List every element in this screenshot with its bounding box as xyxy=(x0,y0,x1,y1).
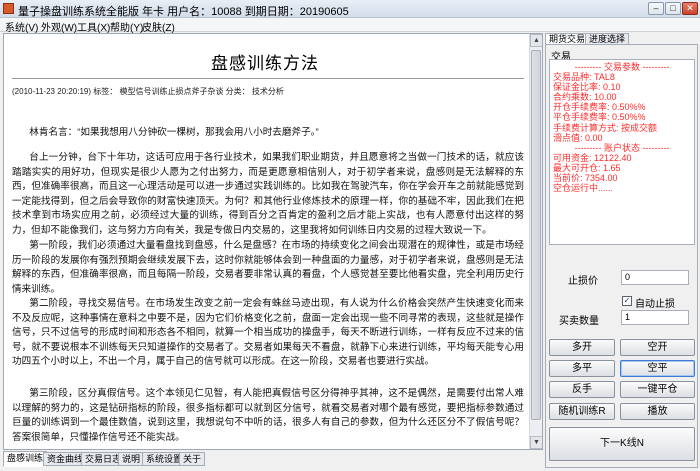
info-slippage: 滑点值: 0.00 xyxy=(553,132,603,143)
info-available-funds: 可用资金: 12122.40 xyxy=(553,152,632,163)
menu-tools[interactable]: 工具(X) xyxy=(77,19,110,34)
info-position-status: 空仓运行中...... xyxy=(553,183,614,194)
info-open-fee: 开仓手续费率: 0.50%% xyxy=(553,102,646,113)
paragraph-4: 第三阶段，区分真假信号。这个本领见仁见智，有人能把真假信号区分得神乎其神，这不是… xyxy=(12,388,524,443)
menu-appearance[interactable]: 外观(W) xyxy=(41,19,77,34)
auto-stop-checkbox[interactable]: ✓ xyxy=(622,296,632,306)
title-divider xyxy=(12,78,524,79)
app-icon xyxy=(3,3,14,14)
scroll-down-icon[interactable]: ▼ xyxy=(530,436,542,449)
minimize-button[interactable]: – xyxy=(648,2,664,15)
trade-panel: 交易 --------- 交易参数 --------- 交易品种: TAL8 保… xyxy=(545,44,698,468)
close-button[interactable]: ✕ xyxy=(682,2,698,15)
next-candle-button[interactable]: 下一K线N xyxy=(549,427,695,461)
info-current-price: 当前价: 7354.00 xyxy=(553,173,618,184)
account-status-header: --------- 账户状态 --------- xyxy=(574,142,670,153)
maximize-button[interactable]: □ xyxy=(665,2,681,15)
trade-info-box: --------- 交易参数 --------- 交易品种: TAL8 保证金比… xyxy=(549,59,695,245)
one-key-close-button[interactable]: 一键平仓 xyxy=(620,381,695,398)
document-title: 盘感训练方法 xyxy=(211,54,319,74)
info-margin-ratio: 保证金比率: 0.10 xyxy=(553,82,621,93)
info-multiplier: 合约乘数: 10.00 xyxy=(553,92,617,103)
info-max-open: 最大可开仓: 1.65 xyxy=(553,162,621,173)
random-train-button[interactable]: 随机训练R xyxy=(549,403,615,420)
document-scrollbar[interactable]: ▲ ▼ xyxy=(529,34,542,449)
stop-price-input[interactable]: 0 xyxy=(621,270,689,285)
info-fee-method: 手续费计算方式: 按成交额 xyxy=(553,122,658,133)
tab-about[interactable]: 关于 xyxy=(179,452,206,466)
document-meta: (2010-11-23 20:20:19) 标签： 模型信号训练止损点斧子杂谈 … xyxy=(12,87,284,96)
menu-help[interactable]: 帮助(Y) xyxy=(110,19,143,34)
menu-system[interactable]: 系统(V) xyxy=(5,19,38,34)
quantity-label: 买卖数量 xyxy=(559,316,599,327)
play-button[interactable]: 播放 xyxy=(620,403,695,420)
close-long-button[interactable]: 多平 xyxy=(549,360,615,377)
document-panel: 盘感训练方法 (2010-11-23 20:20:19) 标签： 模型信号训练止… xyxy=(3,33,543,450)
info-symbol: 交易品种: TAL8 xyxy=(553,72,615,83)
scroll-up-icon[interactable]: ▲ xyxy=(530,34,542,47)
quote-line: 林肯名言：“如果我想用八分钟砍一棵树，那我会用八小时去磨斧子。” xyxy=(29,127,319,138)
quantity-input[interactable]: 1 xyxy=(621,310,689,325)
menu-bar: 系统(V) 外观(W) 工具(X) 帮助(Y) 皮肤(Z) xyxy=(0,18,700,34)
trade-params-header: --------- 交易参数 --------- xyxy=(574,62,670,72)
scroll-thumb[interactable] xyxy=(531,50,541,420)
title-bar: 量子操盘训练系统全能版 年卡 用户名：10088 到期日期：20190605 –… xyxy=(0,0,700,18)
tab-instructions[interactable]: 说明 xyxy=(118,452,145,466)
stop-price-label: 止损价 xyxy=(568,276,598,287)
menu-skin[interactable]: 皮肤(Z) xyxy=(142,19,175,34)
reverse-button[interactable]: 反手 xyxy=(549,381,615,398)
close-short-button[interactable]: 空平 xyxy=(620,360,695,377)
paragraph-3: 第二阶段，寻找交易信号。在市场发生改变之前一定会有蛛丝马迹出现，有人说为什么价格… xyxy=(12,298,524,368)
paragraph-2: 第一阶段，我们必须通过大量看盘找到盘感，什么是盘感？在市场的持续变化之间会出现潜… xyxy=(12,240,524,295)
window-title: 量子操盘训练系统全能版 年卡 用户名：10088 到期日期：20190605 xyxy=(18,6,349,18)
open-short-button[interactable]: 空开 xyxy=(620,339,695,356)
open-long-button[interactable]: 多开 xyxy=(549,339,615,356)
auto-stop-label: 自动止损 xyxy=(635,299,675,310)
info-close-fee: 平仓手续费率: 0.50%% xyxy=(553,112,646,123)
tab-chart-training[interactable]: 盘感训练 xyxy=(3,451,48,467)
